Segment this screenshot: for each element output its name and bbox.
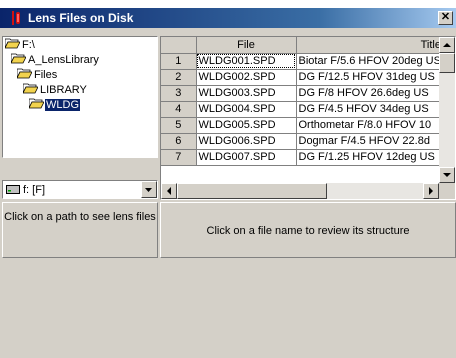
file-table: File Title 1 WLDG001.SPD Biotar F/5.6 HF… <box>161 37 444 166</box>
open-folder-icon <box>23 83 38 94</box>
tree-item-label: Files <box>34 69 58 81</box>
close-button[interactable]: ✕ <box>438 11 453 25</box>
title-bar[interactable]: Lens Files on Disk ✕ <box>0 8 456 28</box>
file-cell[interactable]: WLDG003.SPD <box>196 85 297 102</box>
directory-tree[interactable]: F:\ A_LensLibrary Files LIBRARY WLDG <box>2 36 158 158</box>
tree-item-lenslibrary[interactable]: A_LensLibrary <box>11 53 100 67</box>
table-row[interactable]: 1 WLDG001.SPD Biotar F/5.6 HFOV 20deg US <box>161 53 444 70</box>
drive-icon <box>6 185 20 194</box>
close-icon: ✕ <box>440 11 451 23</box>
title-cell[interactable]: Dogmar F/4.5 HFOV 22.8d <box>296 133 444 150</box>
file-hint-text: Click on a file name to review its struc… <box>206 225 410 237</box>
table-row[interactable]: 3 WLDG003.SPD DG F/8 HFOV 26.6deg US <box>161 85 444 102</box>
row-number: 4 <box>161 101 197 118</box>
tree-item-drive[interactable]: F:\ <box>5 38 36 52</box>
scroll-corner <box>439 183 455 199</box>
drive-select[interactable]: f: [F] <box>2 180 158 199</box>
scroll-thumb-horizontal[interactable] <box>177 183 327 199</box>
arrow-left-icon <box>167 187 171 195</box>
scroll-thumb[interactable] <box>439 53 455 73</box>
file-grid[interactable]: File Title 1 WLDG001.SPD Biotar F/5.6 HF… <box>160 36 456 200</box>
tree-item-label: LIBRARY <box>40 84 87 96</box>
table-row[interactable]: 2 WLDG002.SPD DG F/12.5 HFOV 31deg US <box>161 69 444 86</box>
column-header-file[interactable]: File <box>196 37 297 54</box>
tree-item-files[interactable]: Files <box>17 68 58 82</box>
corner-header <box>161 37 197 54</box>
title-cell[interactable]: DG F/4.5 HFOV 34deg US <box>296 101 444 118</box>
arrow-right-icon <box>429 187 433 195</box>
row-number: 2 <box>161 69 197 86</box>
file-hint-panel: Click on a file name to review its struc… <box>160 202 456 258</box>
open-folder-icon <box>17 68 32 79</box>
row-number: 6 <box>161 133 197 150</box>
header-row: File Title <box>161 37 444 54</box>
title-cell[interactable]: DG F/12.5 HFOV 31deg US <box>296 69 444 86</box>
open-folder-icon <box>29 98 44 109</box>
open-folder-icon <box>5 38 20 49</box>
top-strip <box>0 0 456 8</box>
tree-item-wldg[interactable]: WLDG <box>29 98 80 112</box>
row-number: 5 <box>161 117 197 134</box>
tree-item-label: WLDG <box>45 99 80 111</box>
title-cell[interactable]: Biotar F/5.6 HFOV 20deg US <box>296 53 444 70</box>
tree-item-label: F:\ <box>22 39 35 51</box>
open-folder-icon <box>11 53 26 64</box>
table-row[interactable]: 4 WLDG004.SPD DG F/4.5 HFOV 34deg US <box>161 101 444 118</box>
tree-item-label: A_LensLibrary <box>28 54 99 66</box>
file-cell[interactable]: WLDG007.SPD <box>196 149 297 166</box>
table-row[interactable]: 6 WLDG006.SPD Dogmar F/4.5 HFOV 22.8d <box>161 133 444 150</box>
file-cell[interactable]: WLDG004.SPD <box>196 101 297 118</box>
path-hint-panel: Click on a path to see lens files <box>2 202 158 258</box>
table-row[interactable]: 7 WLDG007.SPD DG F/1.25 HFOV 12deg US <box>161 149 444 166</box>
horizontal-scrollbar[interactable] <box>161 183 439 199</box>
table-row[interactable]: 5 WLDG005.SPD Orthometar F/8.0 HFOV 10 <box>161 117 444 134</box>
arrow-up-icon <box>443 43 451 47</box>
scroll-left-button[interactable] <box>161 183 177 199</box>
chevron-down-icon <box>145 188 152 192</box>
window-title: Lens Files on Disk <box>28 11 134 25</box>
tree-item-library[interactable]: LIBRARY <box>23 83 88 97</box>
file-cell[interactable]: WLDG005.SPD <box>196 117 297 134</box>
row-number: 1 <box>161 53 197 70</box>
vertical-scrollbar[interactable] <box>439 37 455 183</box>
title-cell[interactable]: Orthometar F/8.0 HFOV 10 <box>296 117 444 134</box>
column-header-title[interactable]: Title <box>296 37 444 54</box>
title-cell[interactable]: DG F/8 HFOV 26.6deg US <box>296 85 444 102</box>
path-hint-text: Click on a path to see lens files <box>4 211 156 223</box>
drive-value: f: [F] <box>23 184 45 196</box>
title-cell[interactable]: DG F/1.25 HFOV 12deg US <box>296 149 444 166</box>
row-number: 3 <box>161 85 197 102</box>
file-cell[interactable]: WLDG002.SPD <box>196 69 297 86</box>
scroll-up-button[interactable] <box>439 37 455 53</box>
scroll-down-button[interactable] <box>439 167 455 183</box>
row-number: 7 <box>161 149 197 166</box>
dropdown-button[interactable] <box>141 181 157 198</box>
file-cell[interactable]: WLDG006.SPD <box>196 133 297 150</box>
app-icon <box>12 11 20 25</box>
lens-files-window: Lens Files on Disk ✕ F:\ A_LensLibrary F… <box>0 0 456 358</box>
file-cell[interactable]: WLDG001.SPD <box>196 53 297 70</box>
scroll-right-button[interactable] <box>423 183 439 199</box>
arrow-down-icon <box>443 173 451 177</box>
